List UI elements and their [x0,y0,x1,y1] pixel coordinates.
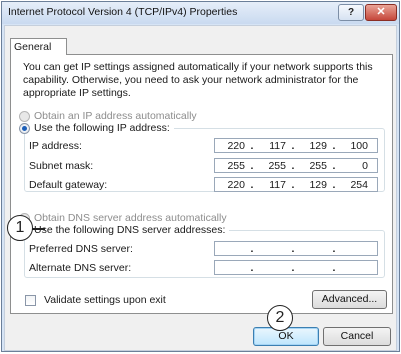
octet: 129 [309,139,327,152]
preferred-dns-label: Preferred DNS server: [29,243,133,255]
callout-2-marker: 2 [267,305,293,331]
title-bar[interactable]: Internet Protocol Version 4 (TCP/IPv4) P… [2,2,399,24]
validate-label[interactable]: Validate settings upon exit [44,294,166,306]
close-icon: ✕ [376,6,386,18]
octet-separator: . [291,261,295,274]
obtain-ip-auto-radio[interactable]: Obtain an IP address automatically [19,110,201,122]
octet-separator: . [332,178,336,191]
octet-separator: . [332,159,336,172]
help-button[interactable]: ? [338,4,364,21]
octet: 255 [268,159,286,172]
octet-separator: . [250,178,254,191]
use-following-ip-label: Use the following IP address: [34,122,170,134]
octet-separator: . [332,261,336,274]
use-following-dns-label: Use the following DNS server addresses: [34,224,226,236]
general-tab-panel: You can get IP settings assigned automat… [10,54,393,314]
octet: 255 [309,159,327,172]
default-gateway-label: Default gateway: [29,179,108,191]
octet-separator: . [250,159,254,172]
octet-separator: . [291,139,295,152]
tab-general[interactable]: General [10,38,67,55]
octet-separator: . [250,242,254,255]
radio-indicator [19,122,30,134]
callout-1-leader [31,228,45,230]
obtain-dns-auto-label: Obtain DNS server address automatically [34,212,227,224]
use-following-ip-radio[interactable]: Use the following IP address: [19,122,174,134]
octet: 100 [350,139,368,152]
octet: 0 [362,159,368,172]
octet-separator: . [291,242,295,255]
description-text: You can get IP settings assigned automat… [23,61,373,99]
octet-separator: . [332,242,336,255]
octet-separator: . [250,261,254,274]
octet-separator: . [332,139,336,152]
subnet-mask-label: Subnet mask: [29,160,94,172]
validate-checkbox[interactable] [25,295,36,306]
octet: 220 [227,139,245,152]
ok-button[interactable]: OK [253,327,319,346]
octet: 255 [227,159,245,172]
subnet-mask-input[interactable]: 255. 255. 255. 0 [214,158,378,173]
obtain-ip-auto-label: Obtain an IP address automatically [34,110,197,122]
radio-indicator [19,110,30,122]
ip-address-label: IP address: [29,140,82,152]
alternate-dns-input[interactable]: . . . [214,260,378,275]
octet: 117 [269,139,286,152]
close-button[interactable]: ✕ [365,4,397,21]
advanced-button[interactable]: Advanced... [312,290,387,309]
help-icon: ? [347,7,355,18]
dialog-client-area: General You can get IP settings assigned… [4,25,397,351]
ip-address-input[interactable]: 220. 117. 129. 100 [214,138,378,153]
tcpip-properties-dialog: Internet Protocol Version 4 (TCP/IPv4) P… [1,1,400,352]
octet-separator: . [291,178,295,191]
octet: 254 [350,178,368,191]
preferred-dns-input[interactable]: . . . [214,241,378,256]
octet-separator: . [250,139,254,152]
octet: 117 [269,178,286,191]
octet: 220 [227,178,245,191]
octet-separator: . [291,159,295,172]
window-title: Internet Protocol Version 4 (TCP/IPv4) P… [8,6,238,18]
obtain-dns-auto-radio[interactable]: Obtain DNS server address automatically [19,212,231,224]
octet: 129 [309,178,327,191]
use-following-dns-radio[interactable]: Use the following DNS server addresses: [19,224,230,236]
cancel-button[interactable]: Cancel [323,327,391,346]
alternate-dns-label: Alternate DNS server: [29,262,132,274]
default-gateway-input[interactable]: 220. 117. 129. 254 [214,177,378,192]
callout-1-marker: 1 [7,215,33,241]
